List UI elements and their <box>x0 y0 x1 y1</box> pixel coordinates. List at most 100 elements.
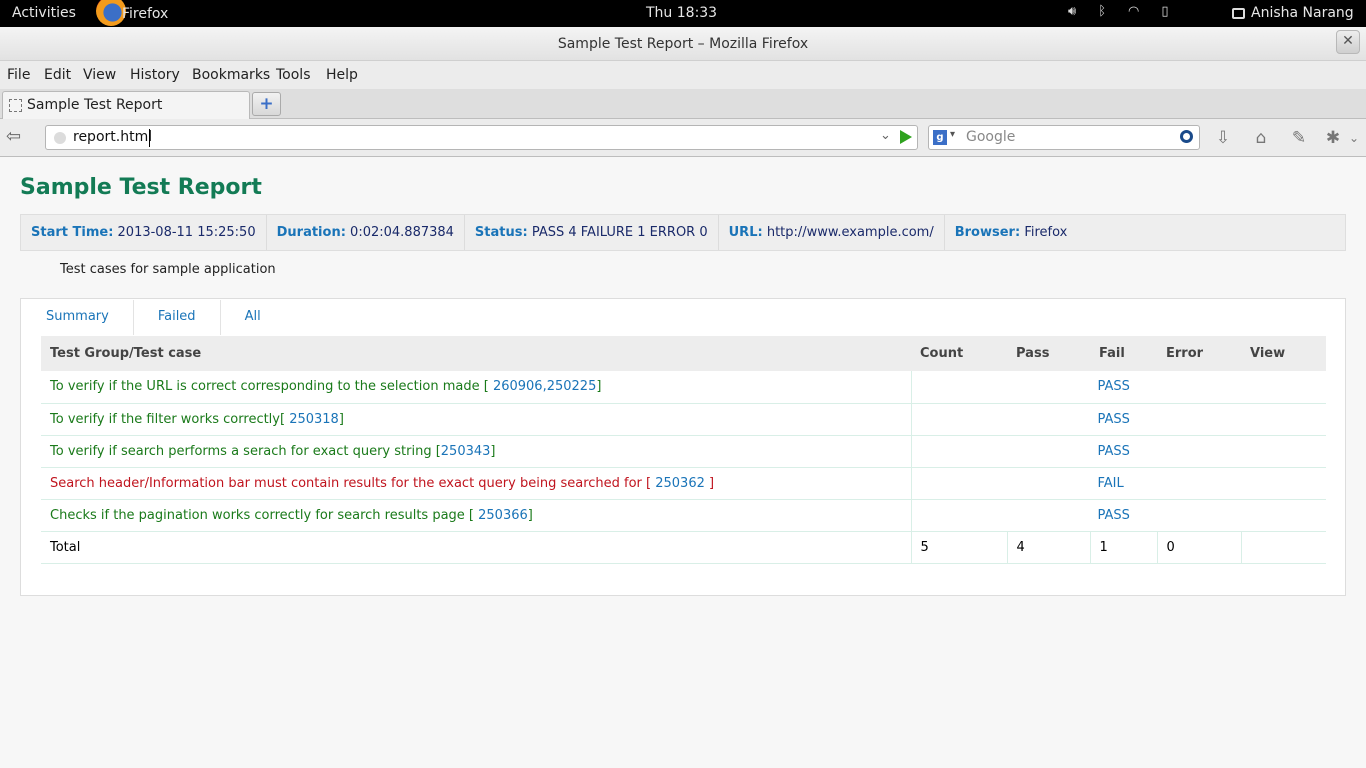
url-input[interactable]: report.html <box>73 129 152 145</box>
site-identity-icon[interactable] <box>54 132 66 144</box>
test-case-text: Checks if the pagination works correctly… <box>50 507 479 523</box>
attr-start-time: Start Time: 2013-08-11 15:25:50 <box>21 215 267 250</box>
test-case-id-link[interactable]: 260906 <box>493 379 543 394</box>
attr-url: URL: http://www.example.com/ <box>719 215 945 250</box>
column-header: Error <box>1157 336 1241 371</box>
menu-file[interactable]: File <box>7 67 30 83</box>
attr-value: Firefox <box>1024 225 1068 240</box>
url-bar[interactable]: report.html ⌄ <box>45 125 918 150</box>
downloads-icon[interactable]: ⇩ <box>1212 127 1234 149</box>
search-input[interactable]: Google <box>966 129 1015 145</box>
test-case-id-link[interactable]: 250366 <box>478 508 528 523</box>
status-cell: PASS <box>911 403 1326 436</box>
bracket-close: ] <box>709 475 715 491</box>
user-name: Anisha Narang <box>1251 5 1354 21</box>
menu-tools[interactable]: Tools <box>276 67 311 83</box>
attr-label: Start Time: <box>31 225 114 240</box>
clock[interactable]: Thu 18:33 <box>646 5 717 21</box>
total-fail: 1 <box>1090 531 1158 564</box>
toolbar-overflow-icon[interactable]: ⌄ <box>1346 127 1362 149</box>
search-icon[interactable] <box>1180 130 1193 143</box>
attr-label: Duration: <box>276 225 346 240</box>
status-link[interactable]: PASS <box>1098 412 1130 427</box>
table-row: Checks if the pagination works correctly… <box>41 499 1326 532</box>
menu-history[interactable]: History <box>130 67 180 83</box>
column-header: Pass <box>1007 336 1090 371</box>
window-titlebar: Sample Test Report – Mozilla Firefox ✕ <box>0 27 1366 61</box>
tab-title: Sample Test Report <box>27 97 163 113</box>
tab-sample-test-report[interactable]: Sample Test Report <box>2 91 250 119</box>
tab-failed[interactable]: Failed <box>134 300 221 335</box>
column-header: Fail <box>1090 336 1157 371</box>
user-icon <box>1232 7 1245 19</box>
menu-bar: File Edit View History Bookmarks Tools H… <box>0 61 1366 89</box>
table-row: To verify if the filter works correctly[… <box>41 403 1326 436</box>
tab-all[interactable]: All <box>221 300 285 335</box>
close-window-button[interactable]: ✕ <box>1336 30 1360 54</box>
test-case-id-link[interactable]: 250225 <box>547 379 597 394</box>
volume-icon[interactable]: 🔊︎ <box>1068 4 1076 19</box>
status-cell: PASS <box>911 435 1326 468</box>
menu-edit[interactable]: Edit <box>44 67 71 83</box>
battery-icon[interactable]: ▯ <box>1161 4 1168 19</box>
page-favicon-icon <box>9 99 22 112</box>
status-link[interactable]: FAIL <box>1098 476 1124 491</box>
attr-status: Status: PASS 4 FAILURE 1 ERROR 0 <box>465 215 719 250</box>
status-link[interactable]: PASS <box>1098 508 1130 523</box>
total-count: 5 <box>911 531 1008 564</box>
total-label: Total <box>41 531 912 564</box>
total-row: Total 5 4 1 0 <box>41 531 1326 564</box>
go-arrow-icon[interactable] <box>900 130 912 144</box>
history-dropdown-icon[interactable]: ⌄ <box>880 128 891 143</box>
test-case-name: Search header/Information bar must conta… <box>41 467 912 500</box>
attr-label: Browser: <box>954 225 1021 240</box>
text-cursor <box>149 129 150 147</box>
user-menu[interactable]: Anisha Narang <box>1232 5 1354 21</box>
attr-value: http://www.example.com/ <box>766 225 934 240</box>
test-case-name: To verify if search performs a serach fo… <box>41 435 912 468</box>
engine-dropdown-icon[interactable]: ▾ <box>950 129 955 140</box>
test-case-id-link[interactable]: 250362 <box>655 476 709 491</box>
test-case-id-link[interactable]: 250318 <box>289 412 339 427</box>
tab-summary[interactable]: Summary <box>22 300 134 335</box>
menu-view[interactable]: View <box>83 67 116 83</box>
results-table: Test Group/Test case Count Pass Fail Err… <box>41 336 1326 564</box>
bracket-close: ] <box>527 507 533 523</box>
results-panel: Summary Failed All Test Group/Test case … <box>20 298 1346 596</box>
attr-label: Status: <box>474 225 528 240</box>
extension-icon[interactable]: ✱ <box>1322 127 1344 149</box>
status-cell: PASS <box>911 371 1326 404</box>
attr-value: 0:02:04.887384 <box>350 225 454 240</box>
menu-help[interactable]: Help <box>326 67 358 83</box>
total-pass: 4 <box>1007 531 1091 564</box>
menu-bookmarks[interactable]: Bookmarks <box>192 67 270 83</box>
result-tabs: Summary Failed All <box>22 300 285 335</box>
search-bar[interactable]: g ▾ Google <box>928 125 1200 150</box>
bracket-close: ] <box>596 379 602 395</box>
status-link[interactable]: PASS <box>1098 379 1130 394</box>
attr-label: URL: <box>728 225 763 240</box>
app-menu[interactable]: Firefox <box>96 0 168 27</box>
attr-value: PASS 4 FAILURE 1 ERROR 0 <box>531 225 708 240</box>
app-name: Firefox <box>122 5 169 22</box>
status-link[interactable]: PASS <box>1098 444 1130 459</box>
table-row: To verify if the URL is correct correspo… <box>41 371 1326 404</box>
total-error: 0 <box>1157 531 1242 564</box>
back-button[interactable]: ⇦ <box>6 127 32 149</box>
test-case-text: To verify if the filter works correctly[ <box>50 411 290 427</box>
bluetooth-icon[interactable]: ᛒ <box>1098 4 1106 19</box>
activities-button[interactable]: Activities <box>12 5 76 21</box>
column-header: Count <box>911 336 1007 371</box>
attr-value: 2013-08-11 15:25:50 <box>117 225 256 240</box>
wifi-icon[interactable]: ◠ <box>1128 4 1139 19</box>
test-case-id-link[interactable]: 250343 <box>441 444 491 459</box>
selenium-ide-icon[interactable]: ✎ <box>1288 127 1310 149</box>
home-icon[interactable]: ⌂ <box>1250 127 1272 149</box>
table-row: Search header/Information bar must conta… <box>41 467 1326 500</box>
status-cell: PASS <box>911 499 1326 532</box>
column-header: Test Group/Test case <box>41 336 911 371</box>
new-tab-button[interactable]: + <box>252 92 281 116</box>
test-case-text: To verify if the URL is correct correspo… <box>50 379 493 395</box>
bracket-close: ] <box>338 411 344 427</box>
google-engine-icon[interactable]: g <box>933 130 947 145</box>
